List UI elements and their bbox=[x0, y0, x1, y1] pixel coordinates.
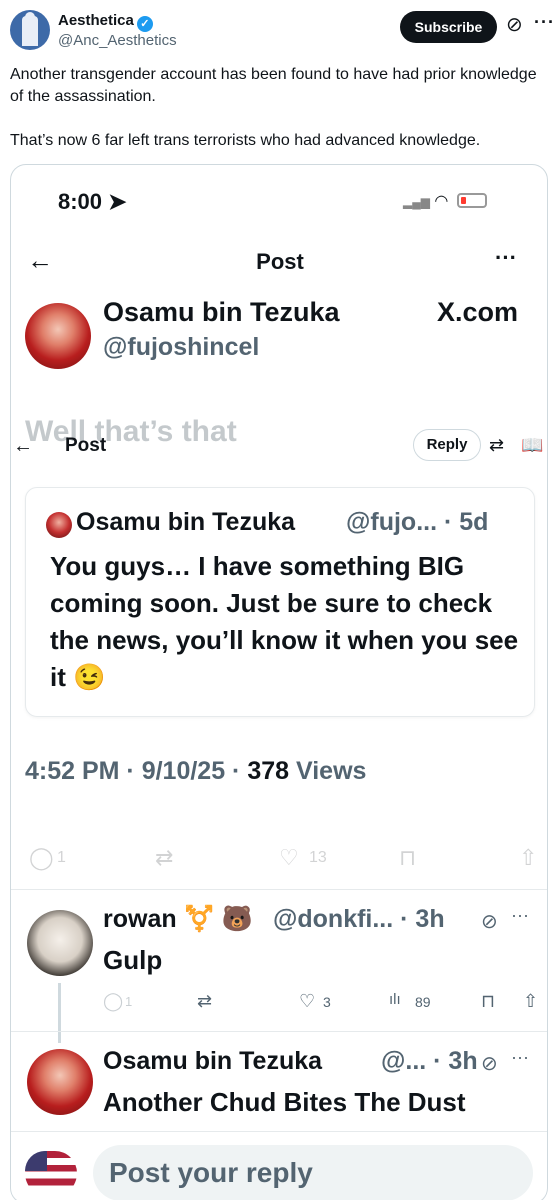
author-name[interactable]: Aesthetica ✓ bbox=[58, 12, 153, 32]
tweet-header: Aesthetica ✓ @Anc_Aesthetics Subscribe ⊘ … bbox=[10, 8, 554, 52]
profile-avatar bbox=[25, 303, 91, 369]
location-arrow-icon: ➤ bbox=[108, 189, 127, 214]
quote-author-name: Osamu bin Tezuka bbox=[76, 508, 296, 536]
bottom-reply-avatar bbox=[27, 1049, 93, 1115]
quoted-post: Osamu bin Tezuka @fujo... · 5d You guys…… bbox=[25, 487, 535, 717]
user-avatar bbox=[25, 1151, 81, 1199]
reply-meta: @donkfi... · 3h bbox=[273, 905, 445, 933]
divider bbox=[11, 1031, 547, 1032]
bottom-reply-meta: @... · 3h bbox=[381, 1047, 478, 1075]
bottom-reply-text: Another Chud Bites The Dust bbox=[103, 1087, 466, 1117]
reply-text: Gulp bbox=[103, 945, 163, 975]
bookmark-icon: ⊓ bbox=[481, 991, 496, 1011]
tweet-text-line: Another transgender account has been fou… bbox=[10, 66, 537, 105]
views-label: Views bbox=[289, 757, 367, 785]
reply-icon: ◯ bbox=[29, 845, 54, 870]
reply-count: 1 bbox=[57, 849, 66, 866]
faded-action-bar: ◯ 1 ⇄ ♡ 13 ⊓ ⇧ bbox=[29, 845, 539, 875]
like-count: 3 bbox=[323, 994, 331, 1010]
site-label: X.com bbox=[437, 297, 519, 327]
post-timestamp: 4:52 PM · 9/10/25 · 378 Views bbox=[25, 757, 366, 786]
bottom-reply-author-name: Osamu bin Tezuka bbox=[103, 1047, 323, 1075]
inner-back-arrow-icon: ← bbox=[13, 435, 33, 457]
author-handle[interactable]: @Anc_Aesthetics bbox=[58, 32, 177, 49]
like-icon: ♡ bbox=[299, 991, 316, 1011]
share-icon: ⇧ bbox=[523, 991, 539, 1011]
quote-meta: @fujo... · 5d bbox=[346, 508, 489, 536]
reply-more-icon: ··· bbox=[511, 905, 529, 925]
views-count: 89 bbox=[415, 994, 431, 1010]
reply-grok-icon: ⊘ bbox=[481, 911, 498, 933]
status-time: 8:00 ➤ bbox=[58, 189, 127, 215]
tweet-text-line: That’s now 6 far left trans terrorists w… bbox=[10, 132, 481, 149]
more-icon: ··· bbox=[495, 245, 517, 270]
thread-line bbox=[58, 983, 61, 1043]
inner-reply-button: Reply bbox=[413, 429, 481, 461]
like-icon: ♡ bbox=[279, 845, 299, 870]
divider bbox=[11, 889, 547, 890]
views-count: 378 bbox=[247, 757, 290, 785]
share-icon: ⇧ bbox=[519, 845, 538, 870]
bottom-reply-grok-icon: ⊘ bbox=[481, 1053, 498, 1075]
reply-icon: ◯ bbox=[103, 991, 124, 1011]
tweet-body: Another transgender account has been fou… bbox=[10, 64, 545, 174]
reader-icon: 📖 bbox=[521, 435, 544, 455]
bookmark-icon: ⊓ bbox=[399, 845, 417, 870]
bottom-reply-more-icon: ··· bbox=[511, 1047, 529, 1067]
battery-icon bbox=[456, 193, 487, 208]
views-icon: ılı bbox=[389, 991, 401, 1008]
inner-header-title: Post bbox=[65, 435, 107, 456]
status-time-text: 8:00 bbox=[58, 189, 103, 214]
quote-avatar bbox=[46, 512, 72, 538]
grok-icon[interactable]: ⊘ bbox=[506, 14, 526, 36]
ghost-text: Well that’s that bbox=[25, 415, 237, 448]
reply-action-bar: ◯ 1 ⇄ ♡ 3 ılı 89 ⊓ ⇧ bbox=[103, 991, 543, 1021]
status-icons: ▂▄▆ ◠ bbox=[403, 191, 487, 211]
flag-heart-icon bbox=[25, 1151, 77, 1197]
repost-icon: ⇄ bbox=[155, 845, 174, 870]
signal-icon: ▂▄▆ bbox=[403, 195, 430, 209]
reply-author-name: rowan ⚧️ 🐻 bbox=[103, 905, 253, 933]
wifi-icon: ◠ bbox=[434, 193, 449, 210]
like-count: 13 bbox=[309, 849, 327, 866]
reply-avatar bbox=[27, 910, 93, 976]
verified-badge-icon: ✓ bbox=[136, 16, 153, 32]
filter-icon: ⇄ bbox=[489, 435, 505, 455]
profile-name: Osamu bin Tezuka bbox=[103, 297, 340, 327]
reply-input: Post your reply bbox=[93, 1145, 533, 1200]
divider bbox=[11, 1131, 547, 1132]
subscribe-button[interactable]: Subscribe bbox=[400, 11, 497, 43]
repost-icon: ⇄ bbox=[197, 991, 213, 1011]
quote-text: You guys… I have something BIG coming so… bbox=[50, 551, 519, 692]
screenshot-header-title: Post bbox=[256, 249, 304, 274]
more-options-icon[interactable]: ··· bbox=[534, 12, 555, 33]
timestamp-text: 4:52 PM · 9/10/25 · bbox=[25, 757, 248, 785]
author-name-text[interactable]: Aesthetica bbox=[58, 12, 134, 29]
author-avatar[interactable] bbox=[10, 10, 50, 50]
profile-handle: @fujoshincel bbox=[103, 333, 260, 361]
reply-count: 1 bbox=[125, 994, 133, 1009]
attached-screenshot[interactable]: 8:00 ➤ ▂▄▆ ◠ ← Post ··· Osamu bin Tezuka… bbox=[10, 164, 548, 1200]
